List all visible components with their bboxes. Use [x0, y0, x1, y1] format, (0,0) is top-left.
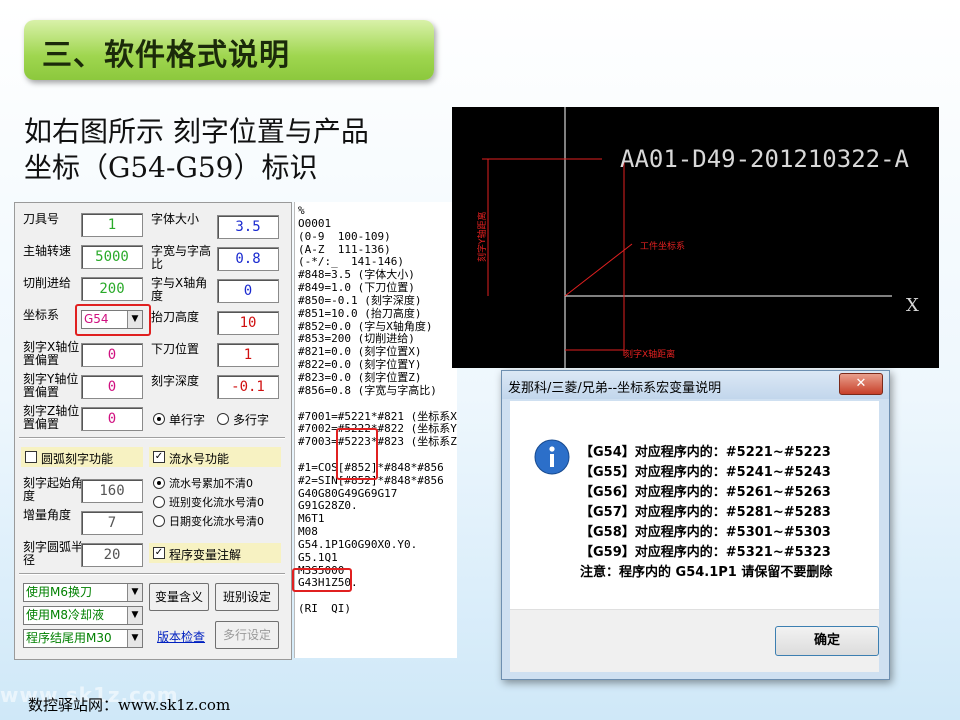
cad-x-label: X — [906, 295, 919, 316]
arc-engrave-checkbox[interactable] — [25, 451, 37, 463]
macro-dialog: 发那科/三菱/兄弟--坐标系宏变量说明 ✕ 【G54】对应程序内的：#5221~… — [501, 370, 890, 680]
multi-line-label: 多行字 — [233, 413, 270, 427]
incr-angle-field[interactable]: 7 — [81, 511, 143, 535]
dialog-titlebar: 发那科/三菱/兄弟--坐标系宏变量说明 ✕ — [502, 371, 889, 399]
dialog-line-g59: 【G59】对应程序内的：#5321~#5323 — [580, 545, 831, 560]
arc-radius-field[interactable]: 20 — [81, 543, 143, 567]
m6-value: 使用M6换刀 — [26, 585, 92, 599]
incr-angle-label: 增量角度 — [23, 508, 72, 522]
single-line-label: 单行字 — [169, 413, 206, 427]
z-offset-label: 刻字Z轴位置偏置 — [23, 404, 80, 431]
lift-label: 抬刀高度 — [151, 310, 200, 324]
cad-view: AA01-D49-201210322-A X 工件坐标系 刻字X轴距离 刻字Y轴… — [452, 107, 939, 368]
program-var-checkbox[interactable]: ✓ — [153, 547, 165, 559]
dialog-line-g58: 【G58】对应程序内的：#5301~#5303 — [580, 525, 831, 540]
highlight-g54-1p1 — [292, 568, 352, 592]
chevron-down-icon[interactable]: ▼ — [127, 630, 142, 647]
multi-line-setting-button[interactable]: 多行设定 — [215, 621, 279, 649]
dialog-title: 发那科/三菱/兄弟--坐标系宏变量说明 — [508, 381, 722, 396]
m30-select[interactable]: 程序结尾用M30 ▼ — [23, 629, 143, 648]
parameter-panel: 刀具号 1 主轴转速 5000 切削进给 200 坐标系 G54 ▼ 刻字X轴位置… — [14, 202, 292, 660]
title-banner: 三、软件格式说明 — [24, 20, 434, 80]
dialog-line-g54: 【G54】对应程序内的：#5221~#5223 — [580, 445, 831, 460]
intro-line-1: 如右图所示 刻字位置与产品 — [24, 115, 369, 148]
angle-field[interactable]: 0 — [217, 279, 279, 303]
single-line-radio[interactable] — [153, 413, 165, 425]
dialog-line-g57: 【G57】对应程序内的：#5281~#5283 — [580, 505, 831, 520]
y-offset-field[interactable]: 0 — [81, 375, 143, 399]
tool-no-field[interactable]: 1 — [81, 213, 143, 237]
nc-code-text: % O0001 (0-9 100-109) (A-Z 111-136) (-*/… — [298, 204, 457, 616]
version-check-link[interactable]: 版本检查 — [157, 628, 205, 645]
intro-line-2: 坐标（G54-G59）标识 — [24, 151, 318, 184]
divider — [19, 437, 285, 439]
chevron-down-icon[interactable]: ▼ — [127, 607, 142, 624]
lift-field[interactable]: 10 — [217, 311, 279, 335]
serial-opt2-radio[interactable] — [153, 496, 165, 508]
x-offset-field[interactable]: 0 — [81, 343, 143, 367]
width-ratio-field[interactable]: 0.8 — [217, 247, 279, 271]
chevron-down-icon[interactable]: ▼ — [127, 584, 142, 601]
cad-engrave-text: AA01-D49-201210322-A — [620, 145, 910, 173]
cad-y-dist-label: 刻字Y轴距离 — [476, 212, 488, 263]
dialog-line-g55: 【G55】对应程序内的：#5241~#5243 — [580, 465, 831, 480]
close-icon[interactable]: ✕ — [839, 373, 883, 395]
serial-opt3-label: 日期变化流水号清0 — [169, 515, 264, 528]
dialog-note: 注意：程序内的 G54.1P1 请保留不要删除 — [580, 565, 833, 580]
serial-checkbox[interactable]: ✓ — [153, 451, 165, 463]
width-ratio-label: 字宽与字高比 — [151, 244, 212, 271]
info-icon — [534, 439, 570, 475]
depth-label: 刻字深度 — [151, 374, 200, 388]
coord-label: 坐标系 — [23, 308, 60, 322]
angle-label: 字与X轴角度 — [151, 276, 208, 303]
cad-x-dist-label: 刻字X轴距离 — [624, 348, 675, 360]
var-meaning-button[interactable]: 变量含义 — [149, 583, 209, 611]
tool-no-label: 刀具号 — [23, 212, 60, 226]
arc-radius-label: 刻字圆弧半径 — [23, 540, 84, 567]
y-offset-label: 刻字Y轴位置偏置 — [23, 372, 79, 399]
spindle-field[interactable]: 5000 — [81, 245, 143, 269]
cad-workpiece-label: 工件坐标系 — [640, 240, 685, 252]
dialog-line-g56: 【G56】对应程序内的：#5261~#5263 — [580, 485, 831, 500]
ok-button[interactable]: 确定 — [775, 626, 879, 656]
m30-value: 程序结尾用M30 — [26, 631, 112, 645]
m8-value: 使用M8冷却液 — [26, 608, 104, 622]
cad-leader — [564, 243, 633, 297]
depth-field[interactable]: -0.1 — [217, 375, 279, 399]
serial-opt1-label: 流水号累加不清0 — [169, 477, 253, 490]
z-offset-field[interactable]: 0 — [81, 407, 143, 431]
font-size-label: 字体大小 — [151, 212, 200, 226]
spindle-label: 主轴转速 — [23, 244, 72, 258]
m8-select[interactable]: 使用M8冷却液 ▼ — [23, 606, 143, 625]
serial-opt2-label: 班别变化流水号清0 — [169, 496, 264, 509]
divider — [19, 573, 285, 575]
highlight-macro-vars — [336, 428, 378, 480]
start-angle-field[interactable]: 160 — [81, 479, 143, 503]
down-label: 下刀位置 — [151, 342, 200, 356]
program-var-label: 程序变量注解 — [169, 548, 242, 562]
highlight-coord — [75, 304, 151, 336]
cad-drawing: AA01-D49-201210322-A X 工件坐标系 刻字X轴距离 刻字Y轴… — [476, 107, 919, 368]
arc-engrave-label: 圆弧刻字功能 — [41, 452, 114, 466]
down-field[interactable]: 1 — [217, 343, 279, 367]
multi-line-radio[interactable] — [217, 413, 229, 425]
feed-label: 切削进给 — [23, 276, 72, 290]
page-title: 三、软件格式说明 — [42, 38, 290, 73]
serial-opt3-radio[interactable] — [153, 515, 165, 527]
serial-opt1-radio[interactable] — [153, 477, 165, 489]
m6-select[interactable]: 使用M6换刀 ▼ — [23, 583, 143, 602]
x-offset-label: 刻字X轴位置偏置 — [23, 340, 80, 367]
serial-label: 流水号功能 — [169, 452, 230, 466]
start-angle-label: 刻字起始角度 — [23, 476, 84, 503]
footer-text: 数控驿站网：www.sk1z.com — [28, 696, 231, 714]
shift-setting-button[interactable]: 班别设定 — [215, 583, 279, 611]
feed-field[interactable]: 200 — [81, 277, 143, 301]
font-size-field[interactable]: 3.5 — [217, 215, 279, 239]
